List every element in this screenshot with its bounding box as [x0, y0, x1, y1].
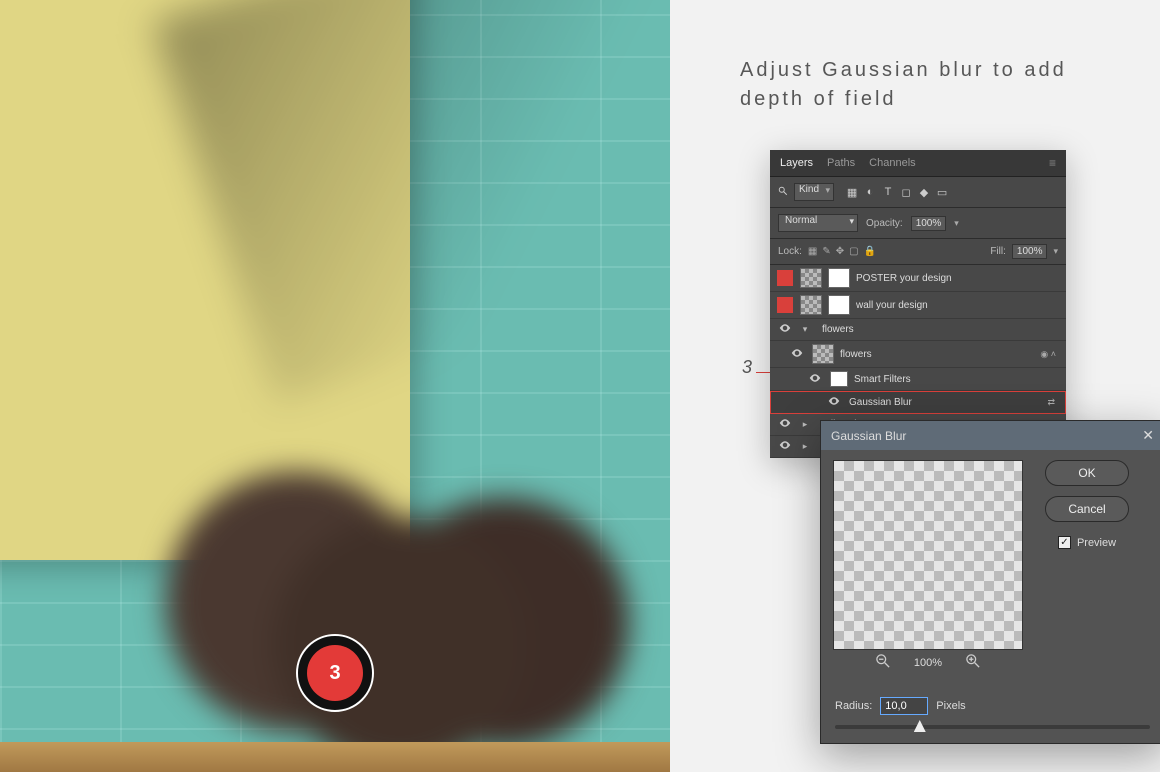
step-number: 3 — [329, 662, 340, 685]
lock-transparent-icon[interactable]: ▦ — [808, 246, 817, 257]
instruction-pane: Adjust Gaussian blur to add depth of fie… — [670, 0, 1160, 772]
fill-chevron-icon[interactable]: ▾ — [1053, 246, 1058, 257]
radius-input[interactable] — [880, 697, 928, 715]
dialog-buttons: OK Cancel ✓ Preview — [1037, 460, 1137, 673]
layer-poster-design[interactable]: POSTER your design — [770, 265, 1066, 292]
filter-toolbar: Kind ▦ ◐ T ◻ ◆ ▭ — [770, 177, 1066, 208]
fill-value[interactable]: 100% — [1012, 244, 1048, 259]
dialog-body: 100% OK Cancel ✓ Preview — [821, 450, 1160, 687]
image-filter-icon[interactable]: ▦ — [846, 186, 858, 198]
lock-all-icon[interactable]: 🔒 — [864, 246, 876, 257]
ok-button[interactable]: OK — [1045, 460, 1129, 486]
zoom-in-icon[interactable] — [966, 654, 980, 671]
expand-icon[interactable]: ▾ — [800, 324, 810, 335]
tab-channels[interactable]: Channels — [869, 157, 915, 169]
layer-thumb — [812, 344, 834, 364]
lock-artboard-icon[interactable]: ▢ — [849, 246, 858, 257]
radius-label: Radius: — [835, 700, 872, 712]
layer-smart-filters[interactable]: Smart Filters — [770, 368, 1066, 391]
lock-icons: ▦ ✎ ✥ ▢ 🔒 — [808, 246, 876, 257]
layer-thumb — [800, 295, 822, 315]
layer-flowers[interactable]: flowers ◉ ˄ — [770, 341, 1066, 368]
preview-label: Preview — [1077, 537, 1116, 549]
type-filter-icon[interactable]: T — [882, 186, 894, 198]
layer-name: Smart Filters — [854, 374, 911, 385]
preview-checkbox-row[interactable]: ✓ Preview — [1058, 536, 1116, 549]
zoom-out-icon[interactable] — [876, 654, 890, 671]
layer-thumb — [800, 268, 822, 288]
expand-icon[interactable]: ▸ — [800, 441, 810, 452]
zoom-controls: 100% — [833, 650, 1023, 673]
opacity-value[interactable]: 100% — [911, 216, 947, 231]
eye-icon[interactable] — [828, 395, 840, 410]
eye-icon[interactable] — [779, 439, 791, 454]
tab-paths[interactable]: Paths — [827, 157, 855, 169]
eye-icon[interactable] — [791, 347, 803, 362]
mask-thumb — [828, 295, 850, 315]
layer-flowers-group[interactable]: ▾ flowers — [770, 319, 1066, 341]
fill-label: Fill: — [990, 246, 1006, 257]
lock-row: Lock: ▦ ✎ ✥ ▢ 🔒 Fill: 100% ▾ — [770, 239, 1066, 265]
lock-position-icon[interactable]: ✥ — [836, 246, 844, 257]
step-badge-inner: 3 — [307, 645, 363, 701]
filter-options-icon[interactable]: ⇄ — [1047, 397, 1059, 408]
wood-shelf — [0, 742, 670, 772]
instruction-text: Adjust Gaussian blur to add depth of fie… — [740, 56, 1120, 114]
filter-mask-thumb — [830, 371, 848, 387]
smartobj-filter-icon[interactable]: ◆ — [918, 186, 930, 198]
layer-name: flowers — [822, 324, 854, 335]
layer-name: POSTER your design — [856, 273, 952, 284]
callout-number: 3 — [742, 357, 752, 378]
lock-label: Lock: — [778, 246, 802, 257]
lock-pixels-icon[interactable]: ✎ — [822, 246, 830, 257]
gaussian-blur-dialog: Gaussian Blur ✕ 100% OK Cancel ✓ Preview — [820, 420, 1160, 744]
blend-row: Normal Opacity: 100% ▾ — [770, 208, 1066, 239]
color-tag — [777, 270, 793, 286]
preview-canvas — [833, 460, 1023, 650]
preview-checkbox[interactable]: ✓ — [1058, 536, 1071, 549]
layer-name: flowers — [840, 349, 872, 360]
cancel-button[interactable]: Cancel — [1045, 496, 1129, 522]
opacity-label: Opacity: — [866, 218, 903, 229]
shape-filter-icon[interactable]: ◻ — [900, 186, 912, 198]
radius-unit: Pixels — [936, 700, 965, 712]
layer-name: Gaussian Blur — [849, 397, 912, 408]
layers-panel: Layers Paths Channels ≡ Kind ▦ ◐ T ◻ ◆ ▭… — [770, 150, 1066, 458]
layer-name: wall your design — [856, 300, 928, 311]
step-badge: 3 — [296, 634, 374, 712]
panel-menu-icon[interactable]: ≡ — [1049, 156, 1056, 170]
eye-icon[interactable] — [809, 372, 821, 387]
mockup-image: 3 — [0, 0, 670, 772]
expand-icon[interactable]: ▸ — [800, 419, 810, 430]
opacity-chevron-icon[interactable]: ▾ — [954, 218, 959, 229]
artboard-filter-icon[interactable]: ▭ — [936, 186, 948, 198]
filter-type-icons: ▦ ◐ T ◻ ◆ ▭ — [846, 186, 948, 198]
dialog-title: Gaussian Blur — [831, 429, 906, 443]
search-icon[interactable] — [778, 186, 788, 199]
layer-wall-design[interactable]: wall your design — [770, 292, 1066, 319]
layer-gaussian-blur[interactable]: Gaussian Blur ⇄ — [770, 391, 1066, 414]
eye-icon[interactable] — [779, 322, 791, 337]
smart-object-icon: ◉ ˄ — [1040, 349, 1060, 360]
blurred-plant — [140, 392, 660, 772]
slider-thumb[interactable] — [914, 720, 926, 732]
radius-row: Radius: Pixels — [821, 687, 1160, 719]
close-icon[interactable]: ✕ — [1142, 427, 1154, 444]
adjustment-filter-icon[interactable]: ◐ — [864, 186, 876, 198]
radius-slider[interactable] — [835, 725, 1150, 729]
tab-layers[interactable]: Layers — [780, 157, 813, 169]
eye-icon[interactable] — [779, 417, 791, 432]
panel-tabs: Layers Paths Channels ≡ — [770, 150, 1066, 177]
mask-thumb — [828, 268, 850, 288]
kind-select[interactable]: Kind — [794, 183, 834, 201]
color-tag — [777, 297, 793, 313]
dialog-titlebar[interactable]: Gaussian Blur ✕ — [821, 421, 1160, 450]
blend-mode-select[interactable]: Normal — [778, 214, 858, 232]
zoom-percent: 100% — [914, 657, 942, 669]
